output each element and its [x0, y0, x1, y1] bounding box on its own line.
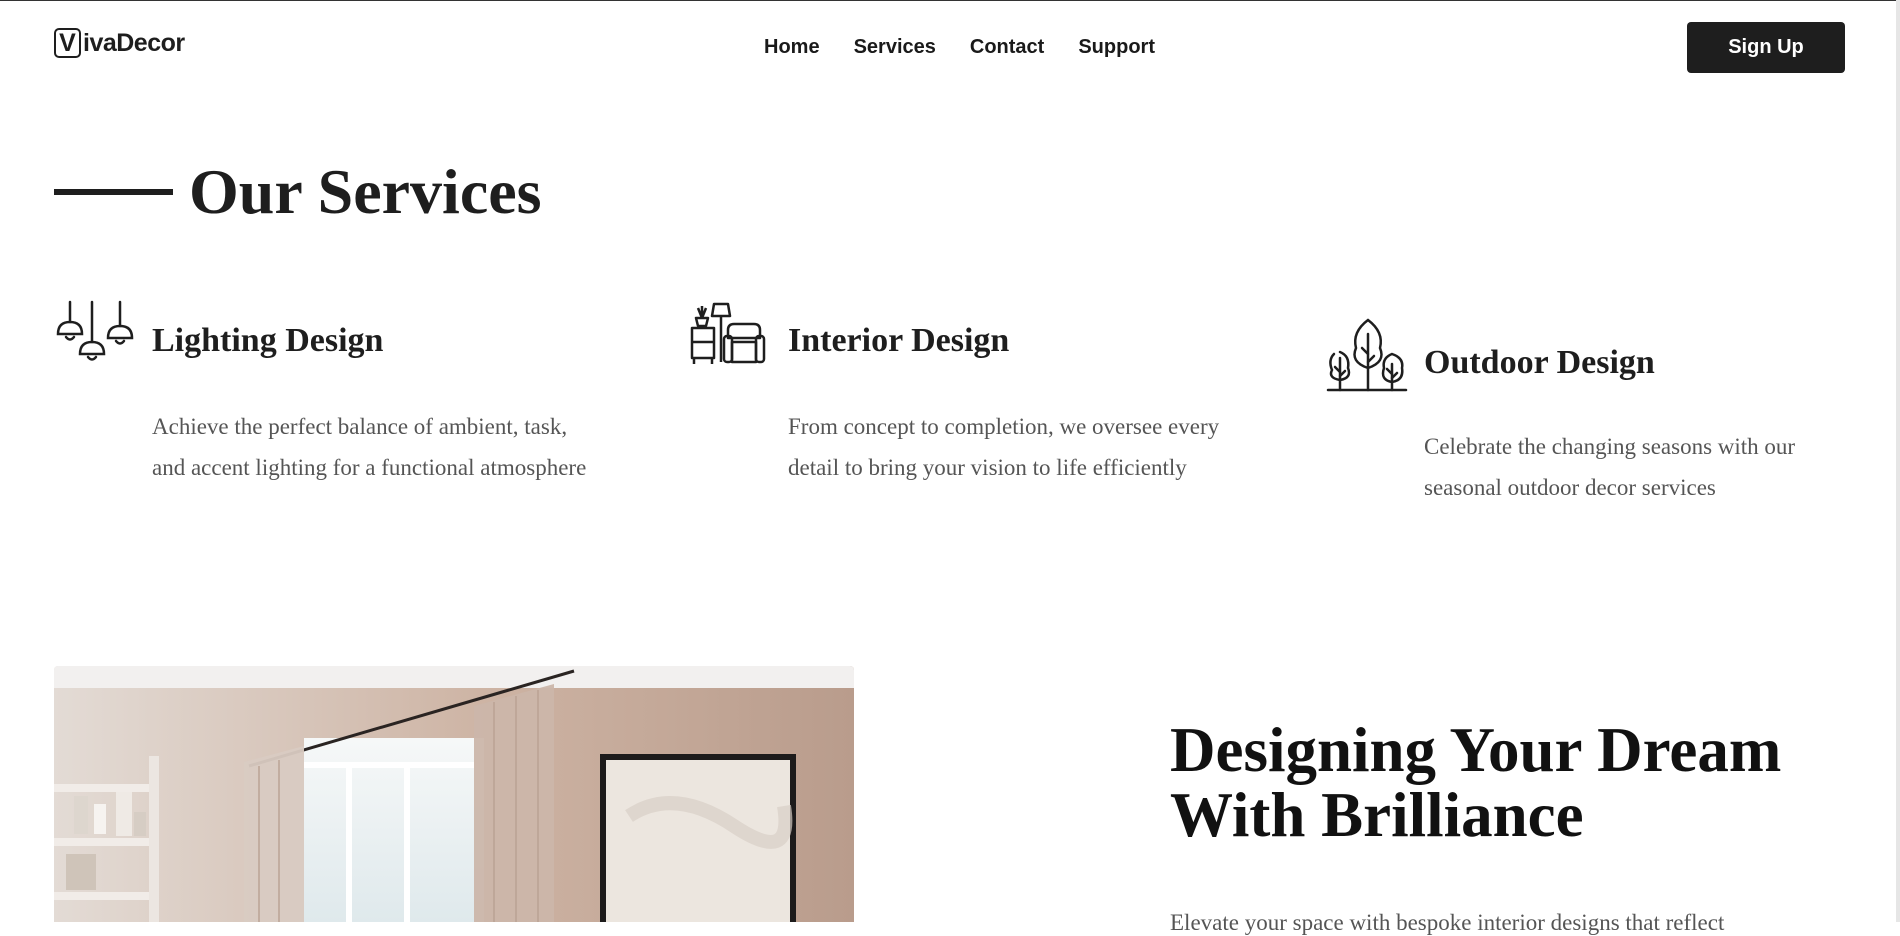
- feature-text: Elevate your space with bespoke interior…: [1170, 910, 1725, 935]
- feature-title: Designing Your Dream With Brilliance: [1170, 715, 1782, 850]
- section-title: Our Services: [189, 156, 542, 227]
- pendant-lamps-icon: [56, 300, 134, 361]
- logo-mark: V: [54, 28, 81, 58]
- service-description: Celebrate the changing seasons with our …: [1424, 434, 1796, 500]
- logo[interactable]: V ivaDecor: [54, 28, 185, 58]
- service-title: Interior Design: [788, 322, 1010, 359]
- service-title: Outdoor Design: [1424, 344, 1655, 381]
- logo-text: ivaDecor: [83, 28, 185, 57]
- service-card-interior: Interior Design From concept to completi…: [690, 300, 1230, 540]
- service-card-outdoor: Outdoor Design Celebrate the changing se…: [1326, 312, 1866, 542]
- service-description: Achieve the perfect balance of ambient, …: [152, 414, 587, 480]
- nav-services[interactable]: Services: [854, 36, 936, 59]
- trees-icon: [1326, 318, 1408, 392]
- main-nav: Home Services Contact Support: [764, 36, 1155, 59]
- armchair-lamp-icon: [690, 302, 766, 364]
- nav-home[interactable]: Home: [764, 36, 820, 59]
- top-border: [0, 0, 1900, 1]
- service-title: Lighting Design: [152, 322, 384, 359]
- nav-contact[interactable]: Contact: [970, 36, 1044, 59]
- nav-support[interactable]: Support: [1078, 36, 1155, 59]
- service-description: From concept to completion, we oversee e…: [788, 414, 1220, 480]
- title-rule: [54, 189, 173, 195]
- living-room-photo: [54, 666, 854, 922]
- service-card-lighting: Lighting Design Achieve the perfect bala…: [54, 300, 594, 540]
- services-heading: Our Services: [54, 155, 542, 229]
- sign-up-button[interactable]: Sign Up: [1687, 22, 1845, 73]
